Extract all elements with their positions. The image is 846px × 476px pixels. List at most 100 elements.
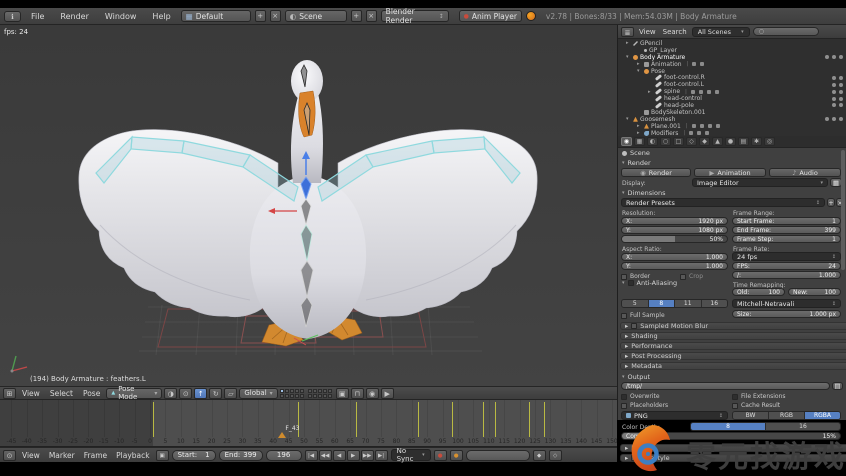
end-frame-field[interactable]: End: 399 <box>219 450 263 461</box>
layer-cell[interactable] <box>280 389 284 393</box>
menu-tl-marker[interactable]: Marker <box>46 451 78 460</box>
outliner-item-spine[interactable]: ▸spine| <box>618 88 846 95</box>
keying-set-field[interactable] <box>466 450 530 461</box>
tab-data[interactable]: ▲ <box>712 137 723 146</box>
extra-icon[interactable] <box>691 90 695 94</box>
render-button[interactable]: ◉ Render <box>621 168 691 177</box>
outliner-item-plane-001[interactable]: ▸Plane.001| <box>618 123 846 130</box>
jump-to-end-button[interactable]: ▶| <box>375 450 388 461</box>
layer-cell[interactable] <box>300 394 304 398</box>
tab-render-layers[interactable]: ▦ <box>634 137 645 146</box>
extra-icon[interactable] <box>689 131 693 135</box>
extra-icon[interactable] <box>707 90 711 94</box>
aa-size-field[interactable]: Size:1.000 px <box>732 310 841 318</box>
timeline-editor[interactable]: -45-40-35-30-25-20-15-10-505101520253035… <box>0 400 617 447</box>
layer-cell[interactable] <box>308 389 312 393</box>
layer-cell[interactable] <box>328 389 332 393</box>
tab-particles[interactable]: ✱ <box>751 137 762 146</box>
editor-type-info-button[interactable]: ℹ <box>4 11 21 22</box>
menu-pose[interactable]: Pose <box>79 389 104 398</box>
display-mode-selector[interactable]: Image Editor ▾ <box>692 178 828 187</box>
resolution-x-field[interactable]: X:1920 px <box>621 217 728 225</box>
restrict-render-icon[interactable] <box>839 55 843 59</box>
aa-sample-11[interactable]: 11 <box>675 300 702 307</box>
outliner-item-gp-layer[interactable]: GP_Layer <box>618 47 846 54</box>
expand-toggle-icon[interactable]: ▸ <box>648 89 653 95</box>
restrict-select-icon[interactable] <box>839 103 843 107</box>
scene-selector[interactable]: ◐ Scene <box>285 10 347 22</box>
start-frame-field[interactable]: Start: 1 <box>172 450 216 461</box>
manipulator-translate-button[interactable]: ↑ <box>194 388 207 399</box>
frame-step-field[interactable]: Frame Step:1 <box>732 235 841 243</box>
layer-cell[interactable] <box>318 389 322 393</box>
keyframe-line[interactable] <box>483 402 484 437</box>
editor-type-outliner-button[interactable]: ≣ <box>621 27 634 37</box>
outliner-item-pose[interactable]: ▾Pose <box>618 68 846 75</box>
restrict-view-icon[interactable] <box>832 103 836 107</box>
menu-window[interactable]: Window <box>99 12 143 21</box>
menu-help[interactable]: Help <box>146 12 176 21</box>
menu-tl-playback[interactable]: Playback <box>113 451 152 460</box>
anim-player-button[interactable]: ● Anim Player <box>459 10 522 22</box>
extra-icon[interactable] <box>699 90 703 94</box>
editor-type-timeline-button[interactable]: ⊙ <box>3 450 16 461</box>
tab-world[interactable]: ○ <box>660 137 671 146</box>
panel-metadata[interactable]: ▸ Metadata <box>620 362 846 370</box>
expand-toggle-icon[interactable]: ▸ <box>626 40 631 46</box>
panel-performance[interactable]: ▸ Performance <box>620 342 846 350</box>
transform-orientation-selector[interactable]: Global ▾ <box>239 388 277 399</box>
outliner-item-body-armature[interactable]: ▾Body Armature <box>618 54 846 61</box>
tab-render[interactable]: ◉ <box>621 137 632 146</box>
aa-enable-checkbox[interactable] <box>628 280 634 286</box>
keyframe-line[interactable] <box>356 402 357 437</box>
restrict-view-icon[interactable] <box>832 83 836 87</box>
panel-sampled-motion-blur[interactable]: ▸ Sampled Motion Blur <box>620 322 846 330</box>
editor-type-3d-button[interactable]: ⊞ <box>3 388 16 399</box>
viewport-shading-selector[interactable]: ◑ <box>164 388 177 399</box>
extra-icon[interactable] <box>700 62 704 66</box>
layer-cell[interactable] <box>295 394 299 398</box>
layer-cell[interactable] <box>295 389 299 393</box>
mode-selector[interactable]: ▲ Pose Mode ▾ <box>106 388 162 399</box>
keyframe-line[interactable] <box>495 402 496 437</box>
depth-16[interactable]: 16 <box>766 423 840 430</box>
layer-cell[interactable] <box>290 389 294 393</box>
insert-keyframe-button[interactable]: ◆ <box>533 450 546 461</box>
aspect-x-field[interactable]: X:1.000 <box>621 253 728 261</box>
extra-icon[interactable] <box>700 124 704 128</box>
keyframe-line[interactable] <box>153 402 154 437</box>
opengl-render-anim-button[interactable]: ▶ <box>381 388 394 399</box>
layer-cell[interactable] <box>313 389 317 393</box>
close-layout-button[interactable]: × <box>270 10 281 22</box>
menu-ol-search[interactable]: Search <box>661 28 689 36</box>
tab-modifiers[interactable]: ◆ <box>699 137 710 146</box>
render-panel-header[interactable]: ▾ Render <box>618 159 846 167</box>
layer-cell[interactable] <box>323 389 327 393</box>
extra-icon[interactable] <box>692 124 696 128</box>
expand-toggle-icon[interactable]: ▸ <box>637 123 642 129</box>
restrict-view-icon[interactable] <box>832 97 836 101</box>
render-presets-selector[interactable]: Render Presets ↕ <box>621 198 825 207</box>
expand-toggle-icon[interactable]: ▾ <box>637 68 642 74</box>
expand-toggle-icon[interactable]: ▸ <box>637 61 642 67</box>
delete-keyframe-button[interactable]: ◇ <box>549 450 562 461</box>
sync-mode-selector[interactable]: No Sync ▾ <box>391 449 431 461</box>
channel-rgba[interactable]: RGBA <box>805 412 840 419</box>
3d-viewport[interactable]: fps: 24 (194) Body Armature : feathers.L <box>0 25 617 386</box>
resolution-y-field[interactable]: Y:1080 px <box>621 226 728 234</box>
layer-cell[interactable] <box>308 394 312 398</box>
channel-rgb[interactable]: RGB <box>769 412 805 419</box>
panel-shading[interactable]: ▸ Shading <box>620 332 846 340</box>
snap-toggle-button[interactable]: ⊓ <box>351 388 364 399</box>
file-extensions-checkbox[interactable]: File Extensions <box>732 393 786 400</box>
expand-toggle-icon[interactable]: ▾ <box>626 116 631 122</box>
cache-result-checkbox[interactable]: Cache Result <box>732 402 780 409</box>
menu-ol-view[interactable]: View <box>637 28 658 36</box>
render-animation-button[interactable]: ▶ Animation <box>694 168 766 177</box>
extra-icon[interactable] <box>708 124 712 128</box>
restrict-select-icon[interactable] <box>839 97 843 101</box>
aa-sample-8[interactable]: 8 <box>649 300 676 307</box>
keyframe-line[interactable] <box>544 402 545 437</box>
restrict-select-icon[interactable] <box>832 55 836 59</box>
extra-icon[interactable] <box>705 131 709 135</box>
